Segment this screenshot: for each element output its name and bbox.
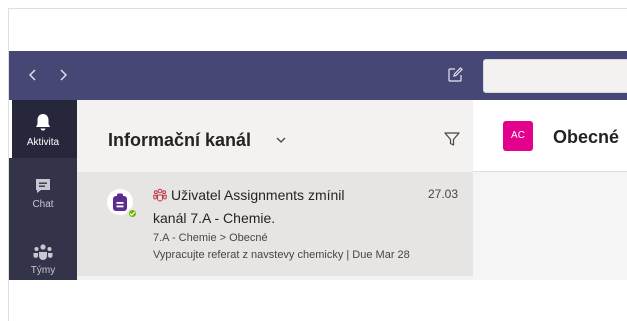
assignments-icon [113, 193, 127, 211]
feed-item-subtitle: kanál 7.A - Chemie. [153, 210, 276, 226]
presence-available-icon [127, 208, 138, 219]
chevron-right-icon[interactable] [53, 65, 73, 85]
feed-item[interactable]: Uživatel Assignments zmínil 27.03 kanál … [77, 172, 473, 276]
rail-item-teams[interactable]: Týmy [9, 230, 77, 288]
window-top-border [8, 8, 627, 9]
feed-item-title: Uživatel Assignments zmínil [171, 187, 345, 203]
channel-name[interactable]: Obecné [553, 127, 619, 148]
channel-avatar: AC [503, 121, 533, 151]
rail-item-label: Chat [32, 199, 54, 210]
team-mention-icon [153, 188, 167, 202]
feed-item-description: Vypracujte referat z navstevy chemicky |… [153, 249, 410, 261]
rail-item-label: Týmy [30, 265, 56, 276]
bell-icon [36, 114, 50, 131]
feed-header: Informační kanál [77, 100, 473, 172]
chevron-left-icon[interactable] [23, 65, 43, 85]
feed-item-time: 27.03 [428, 187, 459, 201]
search-input[interactable] [483, 59, 627, 93]
chevron-down-icon[interactable] [274, 133, 288, 147]
feed-title[interactable]: Informační kanál [108, 130, 251, 151]
teams-icon [33, 244, 53, 260]
rail-item-chat[interactable]: Chat [9, 166, 77, 224]
channel-pane: AC Obecné [473, 100, 627, 280]
chat-icon [36, 179, 50, 193]
rail-item-activity[interactable]: Aktivita [9, 100, 77, 158]
feed-item-path: 7.A - Chemie > Obecné [153, 232, 268, 244]
rail-item-label: Aktivita [26, 137, 60, 148]
activity-feed: Informační kanál Uživatel Assignments zm… [77, 100, 473, 280]
app-rail: Aktivita Chat Týmy [9, 100, 77, 280]
filter-icon[interactable] [443, 130, 461, 148]
compose-icon[interactable] [445, 65, 465, 85]
title-bar [9, 51, 627, 100]
channel-header: AC Obecné [473, 100, 627, 172]
